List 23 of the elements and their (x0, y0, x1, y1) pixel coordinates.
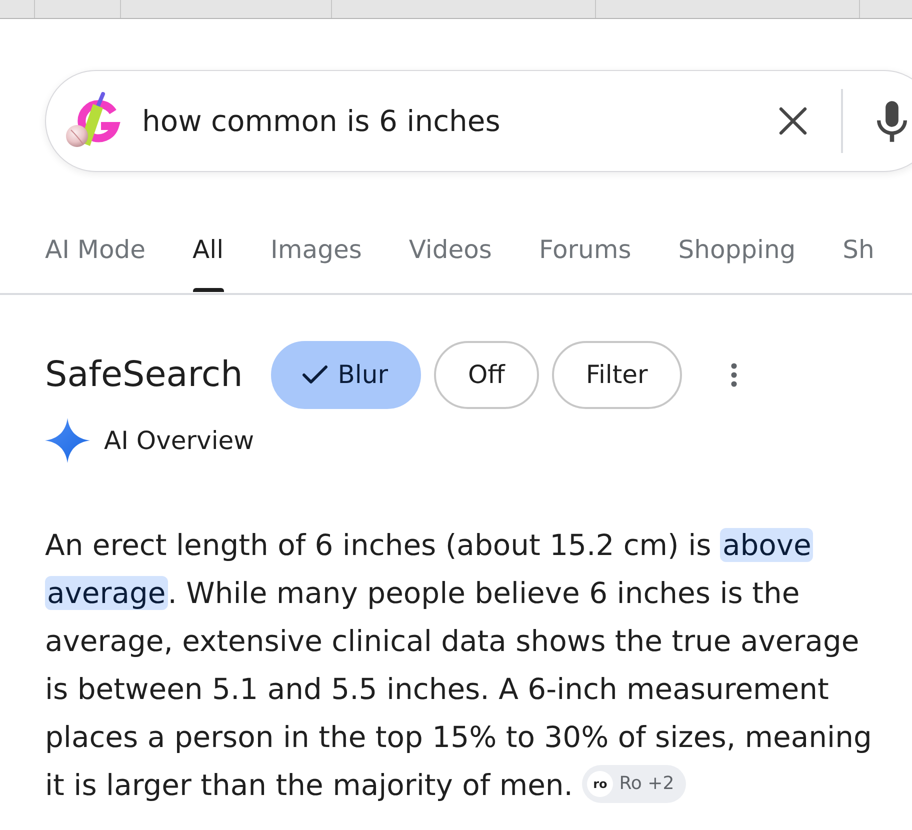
search-tab[interactable]: Sh (842, 228, 874, 292)
citation-chip[interactable]: ro Ro +2 (582, 765, 686, 804)
safesearch-heading: SafeSearch (45, 354, 243, 397)
logo-icon[interactable] (63, 92, 121, 150)
more-options-icon[interactable] (730, 363, 737, 387)
ai-overview-paragraph: An erect length of 6 inches (about 15.2 cm) is above average. While many people believe 6 inches is the average, extensive clinical data shows the true average is between 5.1 and 5.5 inches. A 6-inch measurement places a person in the top 15% to 30% of sizes, meaning it is larger than the majority of men. ro Ro +2 (45, 527, 873, 806)
search-tab[interactable]: Images (270, 228, 362, 292)
microphone-icon[interactable] (877, 100, 907, 142)
check-icon (302, 365, 328, 385)
source-favicon: ro (587, 771, 614, 798)
sparkle-icon (45, 418, 90, 463)
search-field[interactable]: how common is 6 inches (45, 70, 912, 172)
search-tab[interactable]: Shopping (678, 228, 796, 292)
search-query[interactable]: how common is 6 inches (142, 103, 500, 139)
search-tab[interactable]: All (192, 228, 224, 292)
close-icon[interactable] (779, 107, 807, 135)
safesearch-chip[interactable]: Off (434, 341, 539, 409)
search-tab[interactable]: Videos (408, 228, 492, 292)
search-tab[interactable]: AI Mode (45, 228, 146, 292)
safesearch-chip[interactable]: Blur (270, 341, 421, 409)
search-tab[interactable]: Forums (538, 228, 632, 292)
safesearch-chip[interactable]: Filter (552, 341, 682, 409)
ai-overview-title: AI Overview (104, 424, 254, 456)
